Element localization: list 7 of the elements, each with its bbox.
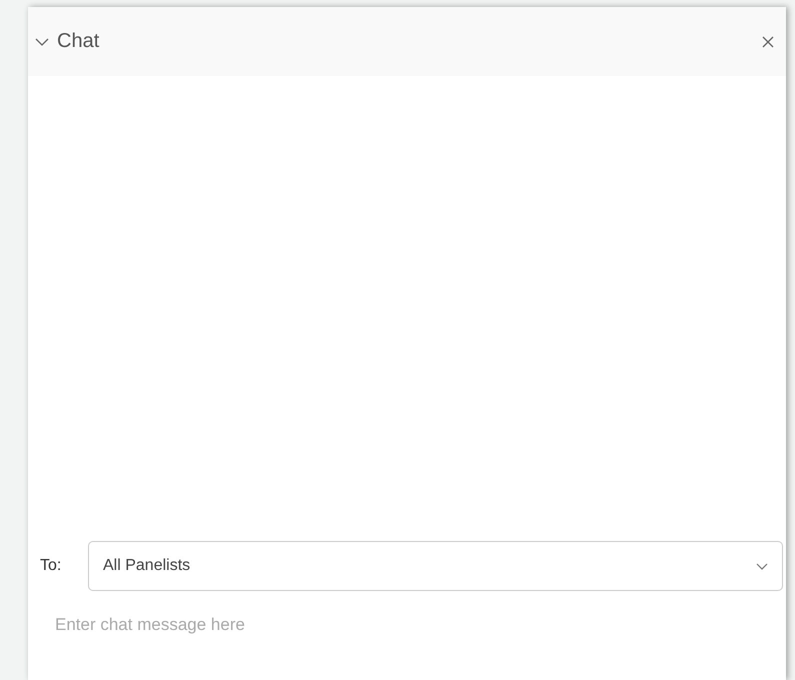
recipient-dropdown[interactable]: All Panelists (88, 541, 783, 591)
message-input[interactable]: Enter chat message here (55, 613, 455, 637)
close-icon[interactable] (762, 36, 774, 48)
panel-title: Chat (57, 30, 100, 53)
recipient-label: To: (40, 557, 62, 575)
chevron-down-icon (756, 562, 768, 570)
chevron-down-icon[interactable] (35, 38, 49, 46)
